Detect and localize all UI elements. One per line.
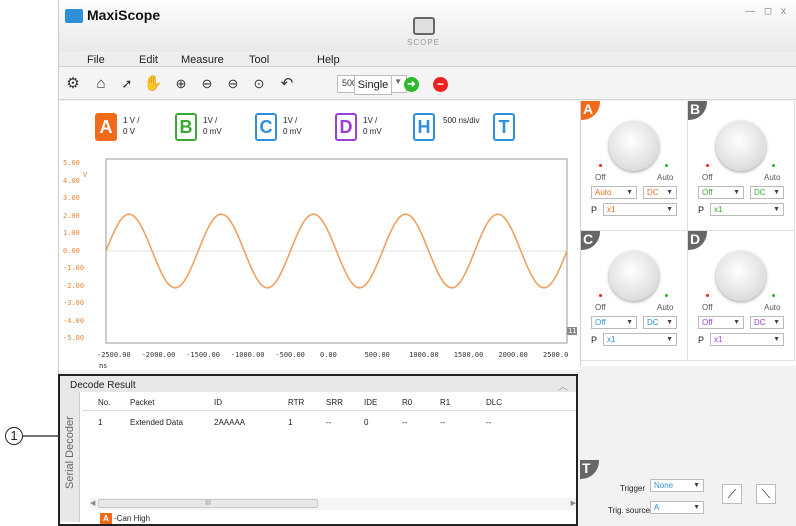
decode-cell[interactable]: 1	[288, 418, 292, 427]
scroll-thumb[interactable]: III	[98, 499, 318, 508]
decode-column-header: Packet	[130, 398, 155, 407]
horizontal-scrollbar[interactable]: ◀ III ▶	[90, 498, 576, 510]
menu-help[interactable]: Help	[317, 54, 340, 66]
scroll-right-icon[interactable]: ▶	[571, 499, 576, 507]
window-controls[interactable]: — ◻ x	[745, 6, 789, 17]
decode-column-header: SRR	[326, 398, 343, 407]
decoder-tab-badge: A	[100, 513, 112, 524]
zoom-out-icon[interactable]: ⊖	[197, 74, 217, 94]
decode-result-panel: Decode Result ︿ Serial Decoder No. Packet…	[58, 374, 578, 526]
serial-decoder-sidebar: Serial Decoder	[60, 392, 80, 522]
stop-icon[interactable]: −	[433, 77, 448, 92]
decode-cell[interactable]: --	[440, 418, 445, 427]
decode-column-header: No.	[98, 398, 111, 407]
toolbar: ⚙ ⌂ ➚ ✋ ⊕ ⊖ ⊖ ⊙ ↶ 500 ns/div▼	[59, 68, 796, 100]
decode-column-header: R0	[402, 398, 413, 407]
decode-cell[interactable]: 0	[364, 418, 368, 427]
header-divider	[82, 410, 576, 411]
home-icon[interactable]: ⌂	[91, 74, 111, 94]
menu-file[interactable]: File	[87, 54, 105, 66]
decode-column-header: ID	[214, 398, 222, 407]
pointer-icon[interactable]: ➚	[117, 74, 137, 94]
decode-cell[interactable]: --	[402, 418, 407, 427]
scroll-left-icon[interactable]: ◀	[90, 499, 95, 507]
decode-column-header: RTR	[288, 398, 305, 407]
run-icon[interactable]: ➜	[404, 77, 419, 92]
decode-cell[interactable]: 2AAAAA	[214, 418, 245, 427]
scope-mode-icon[interactable]	[413, 17, 435, 35]
decoder-tab-label: -Can High	[114, 514, 151, 523]
decode-cell[interactable]: --	[326, 418, 331, 427]
decode-column-header: DLC	[486, 398, 503, 407]
menu-bar: File Edit Measure Tool Help	[59, 53, 796, 67]
undo-icon[interactable]: ↶	[277, 74, 297, 94]
chevron-down-icon: ▼	[394, 77, 402, 86]
app-title: MaxiScope	[87, 7, 161, 23]
callout-marker: 1	[5, 427, 23, 445]
single-button[interactable]: Single	[354, 75, 392, 95]
scroll-thumb-grip: III	[205, 500, 211, 507]
menu-measure[interactable]: Measure	[181, 54, 224, 66]
app-logo-icon	[65, 9, 83, 23]
decode-column-header: R1	[440, 398, 451, 407]
decode-column-header: IDE	[364, 398, 378, 407]
menu-edit[interactable]: Edit	[139, 54, 158, 66]
zoom-area-icon[interactable]: ⊖	[223, 74, 243, 94]
decoder-tab[interactable]: A -Can High	[100, 513, 150, 524]
hand-pan-icon[interactable]: ✋	[143, 74, 163, 94]
scope-mode-label: SCOPE	[407, 38, 441, 47]
zoom-reset-icon[interactable]: ⊙	[249, 74, 269, 94]
settings-gear-icon[interactable]: ⚙	[63, 74, 83, 94]
decode-result-title: Decode Result	[60, 376, 576, 392]
decode-cell[interactable]: --	[486, 418, 491, 427]
serial-decoder-label: Serial Decoder	[64, 416, 76, 489]
decode-cell[interactable]: 1	[98, 418, 102, 427]
callout-line	[23, 435, 59, 437]
decode-cell[interactable]: Extended Data	[130, 418, 183, 427]
title-bar: MaxiScope SCOPE — ◻ x	[59, 0, 796, 52]
collapse-chevron-icon[interactable]: ︿	[558, 378, 568, 393]
zoom-in-icon[interactable]: ⊕	[171, 74, 191, 94]
menu-tool[interactable]: Tool	[249, 54, 269, 66]
